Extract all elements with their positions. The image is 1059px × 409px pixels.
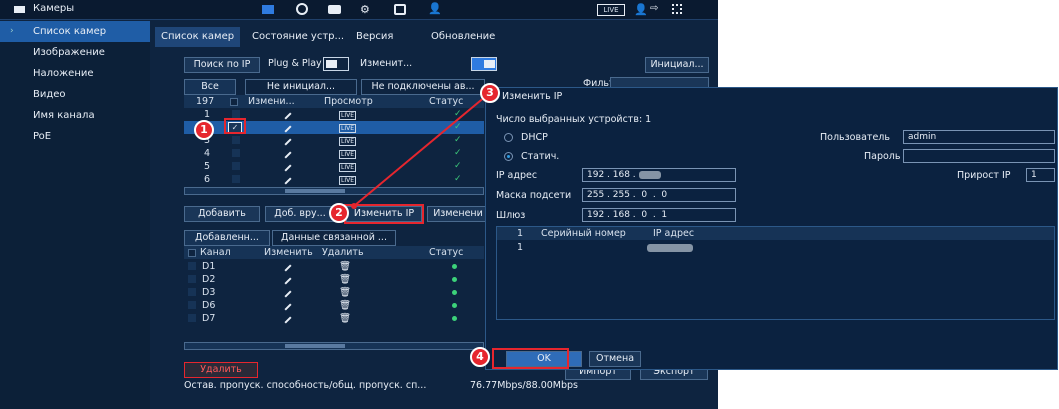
annotation-arrow xyxy=(351,95,487,209)
callout-2: 2 xyxy=(329,203,349,223)
callout-1: 1 xyxy=(194,120,214,140)
callout-3: 3 xyxy=(480,83,500,103)
callout-4: 4 xyxy=(470,347,490,367)
